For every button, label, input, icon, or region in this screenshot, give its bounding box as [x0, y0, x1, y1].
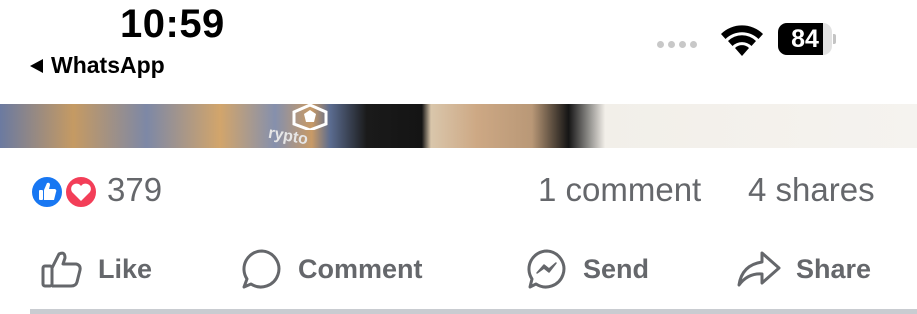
cellular-signal-icon — [657, 41, 697, 48]
share-arrow-icon — [737, 251, 781, 287]
love-icon — [64, 175, 98, 209]
like-icon — [30, 175, 64, 209]
post-image[interactable] — [0, 104, 917, 148]
post-action-bar: Like Comment Send Share — [0, 240, 917, 298]
shirt-logo-icon — [292, 104, 328, 130]
wifi-icon — [721, 25, 763, 56]
messenger-icon — [527, 249, 566, 289]
post-divider — [30, 309, 917, 314]
reaction-count[interactable]: 379 — [107, 171, 162, 209]
share-button[interactable]: Share — [736, 240, 871, 298]
back-app-label: WhatsApp — [51, 52, 165, 78]
send-button[interactable]: Send — [525, 240, 649, 298]
like-label: Like — [98, 253, 153, 284]
reactions-row: 379 1 comment 4 shares — [0, 160, 917, 220]
comment-icon — [242, 249, 281, 289]
back-arrow-icon — [30, 58, 43, 73]
comment-count-link[interactable]: 1 comment — [538, 171, 701, 209]
status-time: 10:59 — [120, 2, 225, 46]
comment-button[interactable]: Comment — [240, 240, 423, 298]
share-count-link[interactable]: 4 shares — [748, 171, 875, 209]
share-label: Share — [796, 253, 872, 284]
battery-level: 84 — [791, 25, 819, 53]
reaction-icons[interactable] — [30, 175, 100, 209]
back-to-app-link[interactable]: WhatsApp — [30, 52, 165, 79]
status-bar: 10:59 WhatsApp 84 — [0, 0, 917, 100]
battery-icon: 84 — [778, 23, 836, 55]
send-label: Send — [583, 253, 650, 284]
like-button[interactable]: Like — [40, 240, 152, 298]
comment-label: Comment — [298, 253, 423, 284]
thumbs-up-icon — [41, 251, 82, 288]
